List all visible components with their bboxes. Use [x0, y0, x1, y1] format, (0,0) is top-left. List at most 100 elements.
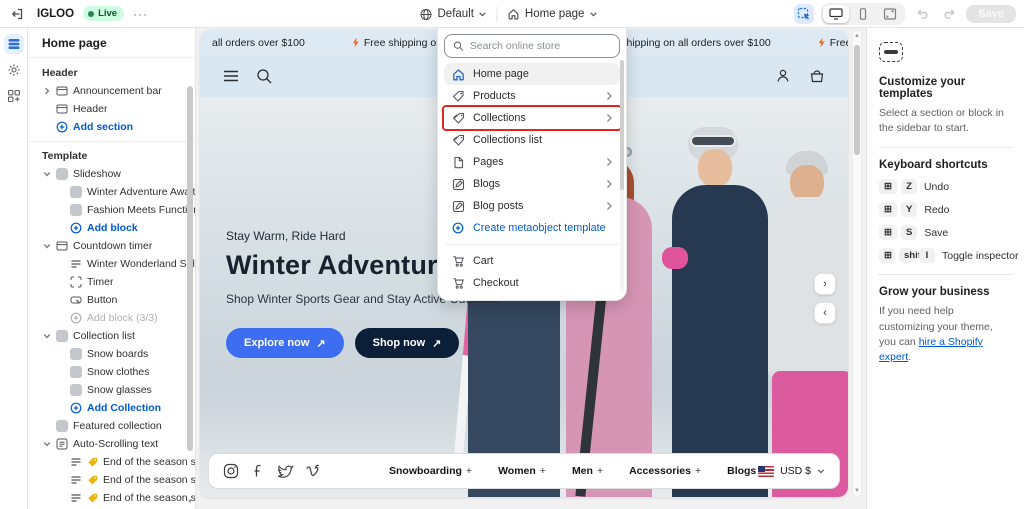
- scroll-down-arrow[interactable]: ▼: [853, 488, 861, 494]
- timer-icon: [70, 276, 82, 288]
- shop-now-button[interactable]: Shop now ↗: [354, 328, 460, 358]
- nav-item-snowboarding[interactable]: Snowboarding +: [389, 465, 472, 477]
- menu-item-label: Blog posts: [473, 200, 524, 212]
- add-icon: [70, 402, 82, 414]
- preview-scrollbar[interactable]: ▲ ▼: [852, 30, 862, 497]
- dropdown-scrollbar[interactable]: [620, 60, 624, 292]
- sidebar-item-end-of-the-season-sale[interactable]: End of the season sale: [28, 489, 195, 507]
- sidebar-item-add-block[interactable]: Add block: [28, 219, 195, 237]
- redo-button[interactable]: [939, 4, 959, 24]
- explore-now-button[interactable]: Explore now ↗: [226, 328, 344, 358]
- currency-selector[interactable]: USD $: [758, 465, 825, 477]
- template-search[interactable]: [444, 34, 620, 58]
- sidebar-item-announcement-bar[interactable]: Announcement bar: [28, 82, 195, 100]
- sidebar-item-winter-wonderland-sale[interactable]: Winter Wonderland Sale: [28, 255, 195, 273]
- sidebar-item-countdown-timer[interactable]: Countdown timer: [28, 237, 195, 255]
- sidebar-item-end-of-the-season-sale[interactable]: End of the season sale: [28, 471, 195, 489]
- sidebar-item-collection-list[interactable]: Collection list: [28, 327, 195, 345]
- scroll-up-arrow[interactable]: ▲: [853, 33, 861, 39]
- scrollbar-down-arrow[interactable]: ▼: [186, 499, 194, 505]
- desktop-view-button[interactable]: [823, 4, 850, 23]
- save-button[interactable]: Save: [966, 4, 1016, 23]
- tag-icon: [451, 90, 465, 103]
- sidebar-scrollbar[interactable]: ▼: [186, 64, 194, 507]
- chevron-icon: [42, 332, 51, 340]
- sidebar-item-slideshow[interactable]: Slideshow: [28, 165, 195, 183]
- locale-selector[interactable]: Default: [419, 8, 487, 21]
- scrollbar-thumb[interactable]: [854, 45, 860, 155]
- chevron-right-icon: [605, 91, 613, 101]
- mobile-view-button[interactable]: [850, 5, 876, 23]
- sidebar-item-button[interactable]: Button: [28, 291, 195, 309]
- hamburger-menu-icon[interactable]: [222, 69, 240, 83]
- vimeo-icon[interactable]: [305, 464, 321, 478]
- menu-item-create-metaobject-template[interactable]: Create metaobject template: [444, 217, 620, 239]
- sections-sidebar: Home page Header Announcement bar Header Ad…: [28, 28, 196, 509]
- instagram-icon[interactable]: [223, 463, 239, 479]
- more-options-button[interactable]: ···: [133, 7, 148, 21]
- keycap: Z: [900, 179, 917, 195]
- sidebar-item-header[interactable]: Header: [28, 100, 195, 118]
- sidebar-item-add-section[interactable]: Add section: [28, 118, 195, 136]
- cart-bag-icon[interactable]: [808, 67, 826, 85]
- sidebar-item-fashion-meets-function[interactable]: Fashion Meets Function: [28, 201, 195, 219]
- menu-divider: [446, 244, 618, 245]
- sidebar-item-snow-boards[interactable]: Snow boards: [28, 345, 195, 363]
- sidebar-item-snow-glasses[interactable]: Snow glasses: [28, 381, 195, 399]
- nav-item-accessories[interactable]: Accessories +: [629, 465, 701, 477]
- live-dot-icon: [88, 10, 95, 17]
- menu-item-pages[interactable]: Pages: [444, 151, 620, 173]
- menu-item-home-page[interactable]: Home page: [444, 63, 620, 85]
- inspector-toggle-button[interactable]: [794, 3, 815, 24]
- sidebar-item-snow-clothes[interactable]: Snow clothes: [28, 363, 195, 381]
- cart-icon: [451, 255, 465, 268]
- fullscreen-view-button[interactable]: [877, 5, 903, 23]
- prev-slide-button[interactable]: ‹: [814, 302, 836, 324]
- exit-editor-icon[interactable]: [8, 4, 28, 24]
- menu-item-cart[interactable]: Cart: [444, 250, 620, 272]
- page-selector[interactable]: Home page: [508, 8, 597, 20]
- scrollbar-thumb[interactable]: [187, 86, 193, 451]
- menu-item-products[interactable]: Products: [444, 85, 620, 107]
- nav-item-blogs[interactable]: Blogs: [727, 465, 756, 477]
- chevron-right-icon: [605, 179, 613, 189]
- facebook-icon[interactable]: [250, 463, 266, 479]
- desktop-icon: [829, 7, 843, 20]
- sidebar-item-end-of-the-season-sale[interactable]: End of the season sale: [28, 453, 195, 471]
- search-icon[interactable]: [256, 68, 273, 85]
- section-tree: Header Announcement bar Header Add section T…: [28, 58, 195, 509]
- twitter-icon[interactable]: [277, 464, 294, 479]
- menu-item-collections-list[interactable]: Collections list: [444, 129, 620, 151]
- blog-icon: [451, 178, 465, 191]
- menu-item-checkout[interactable]: Checkout: [444, 272, 620, 294]
- keycap: ⊞: [879, 202, 897, 218]
- sidebar-item-auto-scrolling-text[interactable]: Auto-Scrolling text: [28, 435, 195, 453]
- undo-button[interactable]: [912, 4, 932, 24]
- nav-item-men[interactable]: Men +: [572, 465, 603, 477]
- menu-item-collections[interactable]: Collections: [444, 107, 620, 129]
- sections-panel-button[interactable]: [3, 34, 24, 54]
- app-embeds-button[interactable]: [4, 86, 24, 106]
- menu-item-blog-posts[interactable]: Blog posts: [444, 195, 620, 217]
- search-input[interactable]: [469, 40, 611, 52]
- store-nav-menu: Snowboarding + Women + Men + Accessories + Blogs: [389, 465, 756, 477]
- sidebar-item-winter-adventure-awaits[interactable]: Winter Adventure Awaits: [28, 183, 195, 201]
- menu-item-label: Home page: [473, 68, 529, 80]
- thumbnail-icon: [70, 186, 82, 198]
- announcement-segment: Free shipping on all orders over $100: [818, 37, 848, 49]
- nav-item-women[interactable]: Women +: [498, 465, 546, 477]
- sidebar-item-featured-collection[interactable]: Featured collection: [28, 417, 195, 435]
- next-slide-button[interactable]: ›: [814, 273, 836, 295]
- hero-figure-part: [698, 149, 732, 187]
- theme-settings-button[interactable]: [4, 60, 24, 80]
- plus-icon: +: [596, 465, 604, 477]
- chevron-icon: [42, 87, 51, 95]
- settings-sidebar: Customize your templates Select a sectio…: [866, 28, 1024, 509]
- sidebar-item-add-collection[interactable]: Add Collection: [28, 399, 195, 417]
- sidebar-item-timer[interactable]: Timer: [28, 273, 195, 291]
- menu-item-blogs[interactable]: Blogs: [444, 173, 620, 195]
- announcement-segment: all orders over $100: [212, 36, 305, 49]
- account-icon[interactable]: [774, 67, 792, 85]
- hero-figure-part: [790, 165, 824, 201]
- scrollbar-thumb[interactable]: [620, 60, 624, 190]
